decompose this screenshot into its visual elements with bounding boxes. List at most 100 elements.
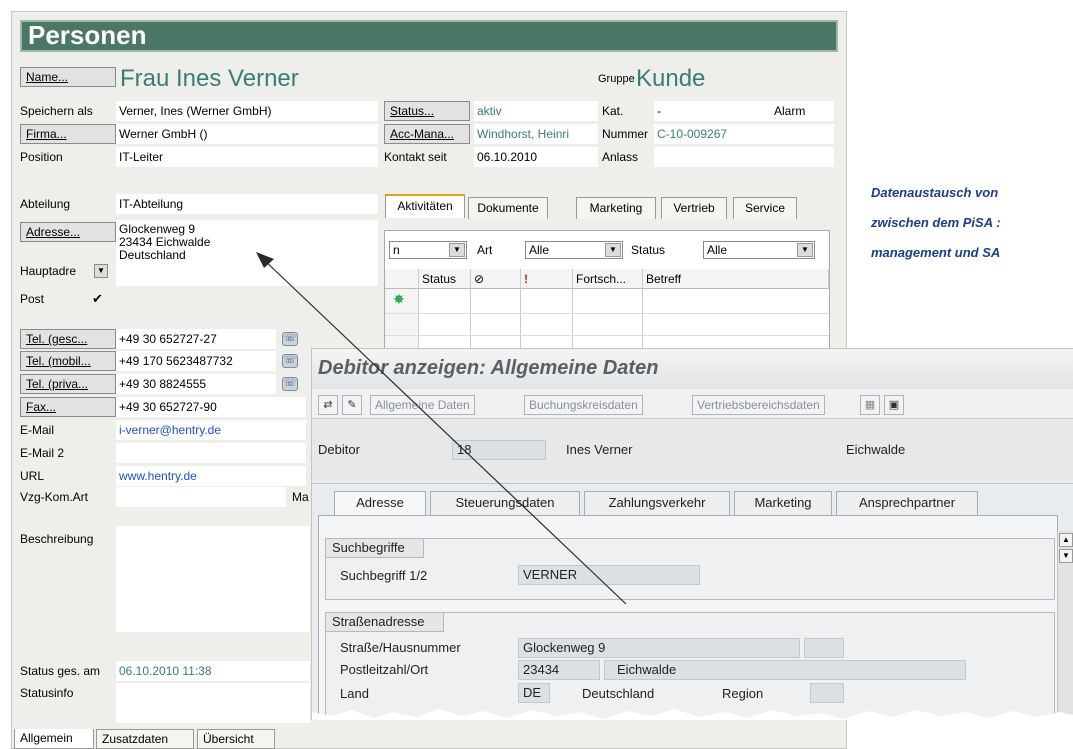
tel-geschaeft-button[interactable]: Tel. (gesc... [20, 329, 116, 349]
acc-manager-button[interactable]: Acc-Mana... [384, 124, 470, 144]
sap-tab-marketing[interactable]: Marketing [734, 491, 832, 515]
sap-tab-ansprechpartner[interactable]: Ansprechpartner [836, 491, 978, 515]
suchbegriffe-title: Suchbegriffe [325, 538, 424, 558]
status-filter-value: Alle [707, 243, 728, 257]
status-filter-select[interactable]: Alle ▼ [703, 241, 815, 259]
sap-tab-steuerungsdaten[interactable]: Steuerungsdaten [430, 491, 580, 515]
name-button[interactable]: Name... [20, 67, 116, 87]
anlass-field[interactable] [654, 147, 834, 167]
url-field[interactable]: www.hentry.de [116, 466, 306, 486]
tab-vertrieb[interactable]: Vertrieb [661, 197, 727, 219]
scroll-up-icon[interactable]: ▲ [1059, 533, 1073, 547]
vzg-kom-art-field[interactable] [116, 487, 286, 507]
annotation-line-1: Datenaustausch von [871, 185, 999, 200]
kontakt-seit-field[interactable]: 06.10.2010 [474, 147, 598, 167]
fax-field[interactable]: +49 30 652727-90 [116, 397, 306, 417]
art-label: Art [477, 243, 493, 257]
plz-field[interactable]: 23434 [518, 660, 600, 680]
region-field[interactable] [810, 683, 844, 703]
phone-dial-icon[interactable]: ☏ [282, 377, 298, 391]
tab-zusatzdaten[interactable]: Zusatzdaten [96, 729, 194, 749]
speichern-als-field[interactable]: Verner, Ines (Werner GmbH) [116, 101, 378, 121]
buchungskreisdaten-button[interactable]: Buchungskreisdaten [524, 395, 643, 415]
debitor-city: Eichwalde [846, 442, 906, 457]
tab-allgemein[interactable]: Allgemein [14, 729, 94, 749]
activity-filter-select[interactable]: n ▼ [389, 241, 467, 259]
activity-filter-value: n [393, 243, 400, 257]
sap-scrollbar[interactable]: ▲ ▼ [1057, 531, 1073, 720]
display-change-icon[interactable]: ✎ [342, 395, 362, 415]
adresse-line-country: Deutschland [119, 248, 186, 262]
fax-button[interactable]: Fax... [20, 397, 116, 417]
phone-dial-icon[interactable]: ☏ [282, 354, 298, 368]
nummer-field[interactable]: C-10-009267 [654, 124, 834, 144]
table-icon[interactable]: ▦ [860, 395, 880, 415]
sap-tab-adresse[interactable]: Adresse [334, 491, 426, 515]
vertriebsbereichsdaten-button[interactable]: Vertriebsbereichsdaten [692, 395, 825, 415]
position-label: Position [20, 150, 63, 164]
column-betreff[interactable]: Betreff [643, 269, 829, 289]
status-button[interactable]: Status... [384, 101, 470, 121]
strassenadresse-title: Straßenadresse [325, 612, 444, 632]
tel-privat-button[interactable]: Tel. (priva... [20, 374, 116, 394]
annotation-line-2: zwischen dem PiSA : [871, 215, 1001, 230]
suchbegriff-field[interactable]: VERNER [518, 565, 700, 585]
ort-value: Eichwalde [617, 662, 677, 677]
email2-label: E-Mail 2 [20, 446, 65, 460]
land-name: Deutschland [582, 686, 655, 701]
grid-row-line [385, 335, 829, 336]
post-checkbox[interactable]: ✔ [92, 290, 103, 308]
post-label: Post [20, 292, 45, 306]
hauptadresse-dropdown[interactable]: ▼ [94, 264, 108, 278]
save-document-icon[interactable]: ▣ [884, 395, 904, 415]
position-field[interactable]: IT-Leiter [116, 147, 378, 167]
new-row-icon[interactable]: ✸ [393, 291, 405, 308]
adresse-field[interactable]: Glockenweg 9 23434 Eichwalde Deutschland [116, 220, 378, 286]
status-ges-am-label: Status ges. am [20, 664, 101, 678]
tel-privat-field[interactable]: +49 30 8824555 [116, 374, 276, 394]
firma-button[interactable]: Firma... [20, 124, 116, 144]
art-select[interactable]: Alle ▼ [525, 241, 623, 259]
column-priority[interactable]: ! [521, 269, 573, 289]
beschreibung-field[interactable] [116, 526, 310, 632]
tel-geschaeft-field[interactable]: +49 30 652727-27 [116, 329, 276, 349]
firma-field[interactable]: Werner GmbH () [116, 124, 378, 144]
tel-mobil-field[interactable]: +49 170 5623487732 [116, 351, 276, 371]
sap-adresse-panel: Suchbegriffe Suchbegriff 1/2 VERNER Stra… [318, 515, 1058, 720]
suchbegriffe-group: Suchbegriffe Suchbegriff 1/2 VERNER [325, 538, 1055, 600]
statusinfo-field[interactable] [116, 683, 310, 723]
debitor-name: Ines Verner [566, 442, 633, 457]
tel-mobil-button[interactable]: Tel. (mobil... [20, 351, 116, 371]
scroll-down-icon[interactable]: ▼ [1059, 549, 1073, 563]
tab-uebersicht[interactable]: Übersicht [197, 729, 275, 749]
url-label: URL [20, 469, 45, 483]
paperclip-icon: ⊘ [474, 272, 485, 286]
email-field[interactable]: i-verner@hentry.de [116, 420, 306, 440]
other-debitor-icon[interactable]: ⇄ [318, 395, 338, 415]
status-ges-am-field[interactable]: 06.10.2010 11:38 [116, 661, 310, 681]
kat-field[interactable]: - [654, 101, 834, 121]
status-field[interactable]: aktiv [474, 101, 598, 121]
adresse-button[interactable]: Adresse... [20, 222, 116, 242]
tab-dokumente[interactable]: Dokumente [468, 197, 548, 219]
tab-aktivitaeten[interactable]: Aktivitäten [385, 194, 465, 218]
ort-field[interactable]: Eichwalde [604, 660, 966, 680]
person-name: Frau Ines Verner [120, 65, 299, 92]
land-code-field[interactable]: DE [518, 683, 550, 703]
strasse-field[interactable]: Glockenweg 9 [518, 638, 800, 658]
acc-manager-field[interactable]: Windhorst, Heinri [474, 124, 598, 144]
hausnummer-field[interactable] [804, 638, 844, 658]
sap-tab-zahlungsverkehr[interactable]: Zahlungsverkehr [584, 491, 730, 515]
column-status[interactable]: Status [419, 269, 471, 289]
phone-dial-icon[interactable]: ☏ [282, 332, 298, 346]
column-fortschritt[interactable]: Fortsch... [573, 269, 643, 289]
tab-service[interactable]: Service [733, 197, 797, 219]
allgemeine-daten-button[interactable]: Allgemeine Daten [370, 395, 475, 415]
abteilung-field[interactable]: IT-Abteilung [116, 194, 378, 214]
tab-marketing[interactable]: Marketing [576, 197, 656, 219]
column-attachment[interactable]: ⊘ [471, 269, 521, 289]
debitor-number-field[interactable]: 18 [452, 440, 546, 460]
alarm-label: Alarm [774, 104, 806, 118]
sap-header-area: Debitor 18 Ines Verner Eichwalde [312, 420, 1073, 480]
email2-field[interactable] [116, 443, 306, 463]
